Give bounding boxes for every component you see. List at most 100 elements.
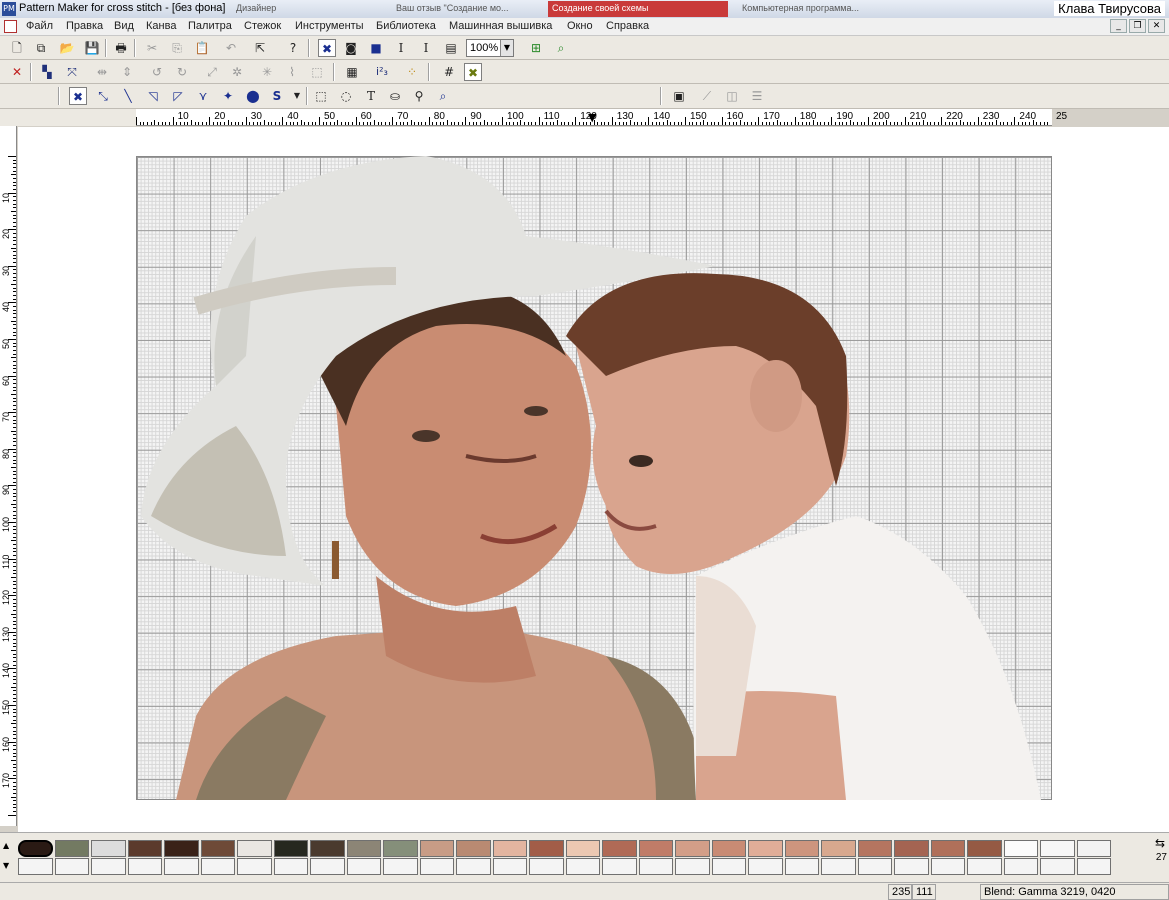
- empty-palette-slot[interactable]: [675, 858, 710, 875]
- new-file-icon[interactable]: 🗋: [8, 39, 26, 57]
- background-tab[interactable]: Дизайнер: [232, 1, 302, 17]
- rect-select-icon[interactable]: ⬚: [312, 87, 330, 105]
- import-icon[interactable]: ⇱: [251, 39, 269, 57]
- palette-swatch[interactable]: [711, 840, 746, 857]
- cleanup-icon[interactable]: ✲: [228, 63, 246, 81]
- empty-palette-slot[interactable]: [383, 858, 418, 875]
- empty-palette-slot[interactable]: [346, 858, 381, 875]
- page-icon[interactable]: ▤: [442, 39, 460, 57]
- palette-swatch[interactable]: [857, 840, 892, 857]
- palette-swatch[interactable]: [967, 840, 1002, 857]
- half-cross-icon[interactable]: ⤡: [94, 87, 112, 105]
- zoom-select[interactable]: 100% ▼: [466, 39, 514, 57]
- fill-bucket-icon[interactable]: ⛀: [386, 87, 404, 105]
- camera-icon[interactable]: ▣: [670, 87, 688, 105]
- flip-vertical-icon[interactable]: ⇕: [118, 63, 136, 81]
- delete-icon[interactable]: ✕: [8, 63, 26, 81]
- zoom-find-icon[interactable]: ⌕: [552, 39, 570, 57]
- french-knot-icon[interactable]: ✦: [219, 87, 237, 105]
- menu-edit[interactable]: Правка: [66, 20, 103, 32]
- palette-swatch[interactable]: [18, 840, 53, 857]
- background-tab[interactable]: Компьютерная программа...: [738, 1, 898, 17]
- full-stitch-icon[interactable]: ✖: [69, 87, 87, 105]
- palette-page-arrows-icon[interactable]: ⇆: [1155, 836, 1165, 850]
- print-icon[interactable]: 🖶: [112, 39, 130, 57]
- save-icon[interactable]: 💾: [83, 39, 101, 57]
- minimize-button[interactable]: _: [1110, 19, 1127, 33]
- empty-palette-slot[interactable]: [492, 858, 527, 875]
- half-stitch-icon[interactable]: ╲: [119, 87, 137, 105]
- empty-palette-slot[interactable]: [91, 858, 126, 875]
- swap-stitch-icon[interactable]: ⤧: [63, 63, 81, 81]
- numbering-icon[interactable]: i²₃: [373, 63, 391, 81]
- empty-palette-slot[interactable]: [1003, 858, 1038, 875]
- empty-palette-slot[interactable]: [127, 858, 162, 875]
- background-tab[interactable]: Ваш отзыв "Создание мо...: [392, 1, 542, 17]
- empty-palette-slot[interactable]: [967, 858, 1002, 875]
- text-edit-icon[interactable]: I: [417, 39, 435, 57]
- palette-swatch[interactable]: [419, 840, 454, 857]
- chevron-down-icon[interactable]: ▼: [288, 87, 306, 105]
- rotate-right-icon[interactable]: ↻: [173, 63, 191, 81]
- select-area-icon[interactable]: ⬚: [308, 63, 326, 81]
- empty-palette-slot[interactable]: [456, 858, 491, 875]
- palette-swatch[interactable]: [310, 840, 345, 857]
- rotate-left-icon[interactable]: ↺: [148, 63, 166, 81]
- empty-palette-slot[interactable]: [857, 858, 892, 875]
- empty-palette-slot[interactable]: [18, 858, 53, 875]
- menu-stitch[interactable]: Стежок: [244, 20, 281, 32]
- straight-stitch-icon[interactable]: ⋎: [194, 87, 212, 105]
- chevron-down-icon[interactable]: ▼: [500, 40, 513, 56]
- cross-stitch-view-icon[interactable]: ✖: [318, 39, 336, 57]
- empty-palette-slot[interactable]: [565, 858, 600, 875]
- menu-file[interactable]: Файл: [26, 20, 53, 32]
- palette-colors-icon[interactable]: ▦: [343, 63, 361, 81]
- special-stitch-icon[interactable]: S: [268, 87, 286, 105]
- backstitch-icon[interactable]: ◸: [169, 87, 187, 105]
- draw-line-icon[interactable]: ⟋: [698, 87, 716, 105]
- resize-icon[interactable]: ⤢: [203, 63, 221, 81]
- menu-library[interactable]: Библиотека: [376, 20, 436, 32]
- copy-icon[interactable]: ⎘: [168, 39, 186, 57]
- menu-help[interactable]: Справка: [606, 20, 649, 32]
- empty-palette-slot[interactable]: [784, 858, 819, 875]
- palette-swatch[interactable]: [675, 840, 710, 857]
- empty-palette-slot[interactable]: [638, 858, 673, 875]
- palette-swatch[interactable]: [1040, 840, 1075, 857]
- grid-icon[interactable]: #: [440, 63, 458, 81]
- menu-tools[interactable]: Инструменты: [295, 20, 364, 32]
- scroll-up-icon[interactable]: ▲: [3, 841, 9, 850]
- paste-icon[interactable]: 📋: [193, 39, 211, 57]
- palette-swatch[interactable]: [54, 840, 89, 857]
- menu-machine-embroidery[interactable]: Машинная вышивка: [449, 20, 552, 32]
- open-folder-icon[interactable]: 📂: [58, 39, 76, 57]
- palette-swatch[interactable]: [1076, 840, 1111, 857]
- split-view-icon[interactable]: ◫: [723, 87, 741, 105]
- palette-swatch[interactable]: [602, 840, 637, 857]
- text-tool-icon[interactable]: T: [362, 87, 380, 105]
- palette-swatch[interactable]: [821, 840, 856, 857]
- empty-palette-slot[interactable]: [237, 858, 272, 875]
- empty-palette-slot[interactable]: [200, 858, 235, 875]
- mirror-icon[interactable]: ✳: [258, 63, 276, 81]
- fit-to-window-icon[interactable]: ⊞: [527, 39, 545, 57]
- lasso-select-icon[interactable]: ◌: [337, 87, 355, 105]
- empty-palette-slot[interactable]: [310, 858, 345, 875]
- magnifier-icon[interactable]: ⌕: [434, 87, 452, 105]
- bead-stitch-icon[interactable]: ⬤: [244, 87, 262, 105]
- layers-icon[interactable]: ☰: [748, 87, 766, 105]
- help-icon[interactable]: ?: [284, 39, 302, 57]
- empty-palette-slot[interactable]: [529, 858, 564, 875]
- new-from-template-icon[interactable]: ⧉: [32, 39, 50, 57]
- empty-palette-slot[interactable]: [419, 858, 454, 875]
- empty-palette-slot[interactable]: [894, 858, 929, 875]
- palette-swatch[interactable]: [638, 840, 673, 857]
- palette-swatch[interactable]: [164, 840, 199, 857]
- palette-swatch[interactable]: [237, 840, 272, 857]
- eyedropper-icon[interactable]: ⚲: [410, 87, 428, 105]
- undo-icon[interactable]: ↶: [222, 39, 240, 57]
- bead-icon[interactable]: ⁘: [403, 63, 421, 81]
- empty-palette-slot[interactable]: [54, 858, 89, 875]
- empty-palette-slot[interactable]: [821, 858, 856, 875]
- empty-palette-slot[interactable]: [164, 858, 199, 875]
